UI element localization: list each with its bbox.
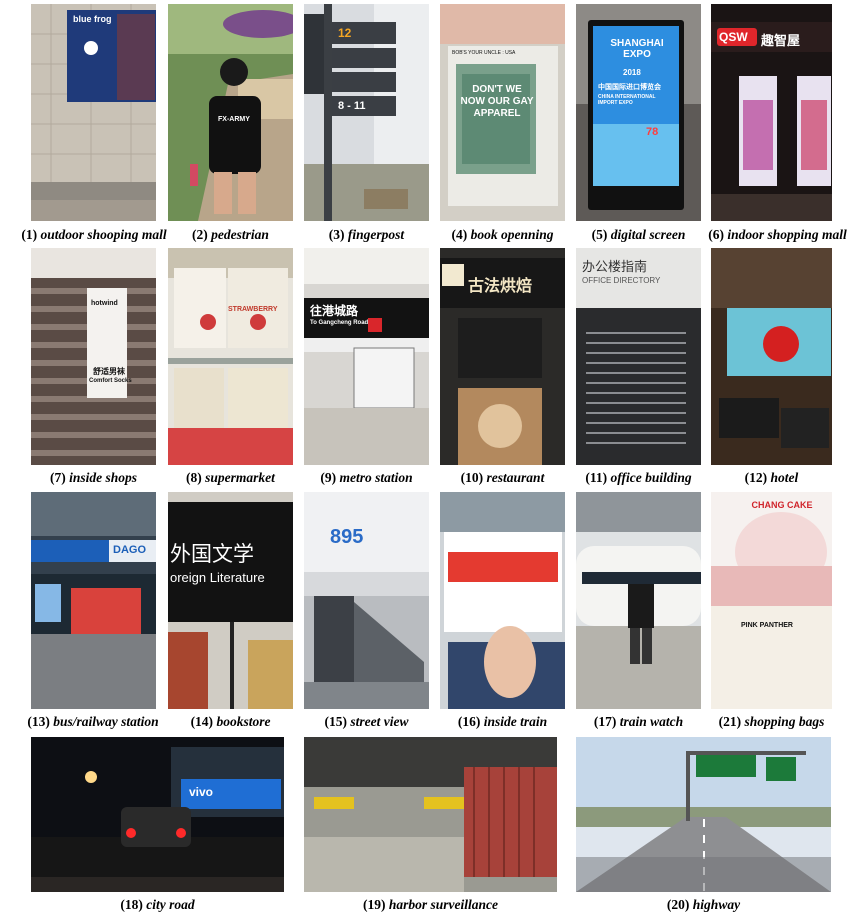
supermarket-scene: [168, 248, 293, 465]
caption-5: (5) digital screen: [591, 227, 686, 242]
inside-shops-scene: [31, 248, 156, 465]
caption-1: (1) outdoor shooping mall: [21, 227, 167, 242]
photo-hotel: [711, 248, 832, 465]
sock-cn-label: 舒适男袜: [93, 367, 125, 376]
qsw-cn-text: 趣智屋: [761, 33, 801, 48]
caption-2: (2) pedestrian: [192, 227, 269, 242]
caption-16: (16) inside train: [457, 714, 548, 729]
caption-11: (11) office building: [585, 470, 692, 485]
fingerpost-scene: [304, 4, 429, 221]
pedestrian-scene: [168, 4, 293, 221]
caption-14: (14) bookstore: [190, 714, 271, 729]
screen-cn-title: 中国国际进口博览会: [598, 84, 661, 91]
caption-20: (20) highway: [666, 897, 741, 912]
caption-18: (18) city road: [120, 897, 195, 912]
sock-brand: hotwind: [91, 300, 118, 307]
shopping-bags-scene: [711, 492, 832, 709]
photo-metro-station: 往港城路 To Gangcheng Road: [304, 248, 429, 465]
photo-shopping-bags: CHANG CAKE PINK PANTHER: [711, 492, 832, 709]
photo-supermarket: STRAWBERRY: [168, 248, 293, 465]
qsw-logo-text: QSW: [719, 30, 748, 44]
caption-21: (21) shopping bags: [718, 714, 825, 729]
photo-fingerpost: 12 8 - 11: [304, 4, 429, 221]
post-sign-a: 12: [338, 26, 352, 40]
caption-17: (17) train watch: [593, 714, 684, 729]
caption-13: (13) bus/railway station: [27, 714, 159, 729]
highway-scene: [576, 737, 831, 892]
photo-indoor-shopping-mall: QSW 趣智屋: [711, 4, 832, 221]
office-en-title: OFFICE DIRECTORY: [582, 276, 661, 285]
metro-en-sign: To Gangcheng Road: [310, 320, 369, 326]
outdoor-mall-scene: [31, 4, 156, 221]
restaurant-cn-sign: 古法烘焙: [468, 278, 533, 295]
metro-cn-sign: 往港城路: [310, 304, 359, 318]
photo-highway: [576, 737, 831, 892]
bag-text: PINK PANTHER: [741, 622, 793, 629]
caption-12: (12) hotel: [744, 470, 799, 485]
sock-en-label: Comfort Socks: [89, 378, 132, 384]
photo-pedestrian: FX-ARMY: [168, 4, 293, 221]
inside-train-scene: [440, 492, 565, 709]
snack-label: STRAWBERRY: [228, 306, 278, 313]
car-brand-sign: vivo: [189, 785, 214, 799]
caption-4: (4) book openning: [451, 227, 554, 242]
caption-6: (6) indoor shopping mall: [708, 227, 847, 242]
screen-year: 2018: [623, 68, 641, 77]
photo-bookstore: 外国文学 oreign Literature: [168, 492, 293, 709]
office-cn-title: 办公楼指南: [582, 259, 648, 274]
mall-sign-text: blue frog: [73, 14, 112, 24]
train-watch-scene: [576, 492, 701, 709]
caption-9: (9) metro station: [320, 470, 413, 485]
hotel-scene: [711, 248, 832, 465]
station-sign: DAGO: [113, 544, 146, 556]
photo-inside-train: [440, 492, 565, 709]
caption-7: (7) inside shops: [49, 470, 138, 485]
photo-restaurant: 古法烘焙: [440, 248, 565, 465]
caption-10: (10) restaurant: [460, 470, 545, 485]
caption-3: (3) fingerpost: [328, 227, 405, 242]
photo-bus-railway-station: DAGO: [31, 492, 156, 709]
bookstore-cn-sign: 外国文学: [170, 543, 254, 566]
photo-inside-shops: hotwind 舒适男袜 Comfort Socks: [31, 248, 156, 465]
book-title: DON'T WE NOW OUR GAY APPAREL: [460, 84, 534, 119]
digital-screen-scene: [576, 4, 701, 221]
caption-19: (19) harbor surveillance: [362, 897, 498, 912]
street-view-scene: [304, 492, 429, 709]
station-scene: [31, 492, 156, 709]
screen-en-title: CHINA INTERNATIONAL IMPORT EXPO: [598, 94, 656, 106]
photo-train-watch: [576, 492, 701, 709]
screen-number: 78: [646, 126, 659, 138]
photo-digital-screen: SHANGHAI EXPO 2018 中国国际进口博览会 CHINA INTER…: [576, 4, 701, 221]
shirt-text: FX-ARMY: [218, 116, 250, 123]
post-sign-b: 8 - 11: [338, 100, 366, 112]
photo-city-road: vivo: [31, 737, 284, 892]
photo-harbor-surveillance: [304, 737, 557, 892]
caption-15: (15) street view: [324, 714, 409, 729]
harbor-scene: [304, 737, 557, 892]
photo-book-openning: DON'T WE NOW OUR GAY APPAREL BOB'S YOUR …: [440, 4, 565, 221]
bus-number: 895: [330, 526, 364, 548]
bag-brand: CHANG CAKE: [751, 500, 813, 510]
screen-title: SHANGHAI EXPO: [610, 38, 664, 60]
photo-outdoor-shopping-mall: blue frog: [31, 4, 156, 221]
bookstore-en-sign: oreign Literature: [170, 570, 265, 585]
photo-office-building: 办公楼指南 OFFICE DIRECTORY: [576, 248, 701, 465]
metro-scene: [304, 248, 429, 465]
bookstore-scene: [168, 492, 293, 709]
caption-8: (8) supermarket: [186, 470, 275, 485]
city-road-scene: [31, 737, 284, 892]
book-side-text: BOB'S YOUR UNCLE : USA: [452, 50, 516, 56]
photo-street-view: 895: [304, 492, 429, 709]
